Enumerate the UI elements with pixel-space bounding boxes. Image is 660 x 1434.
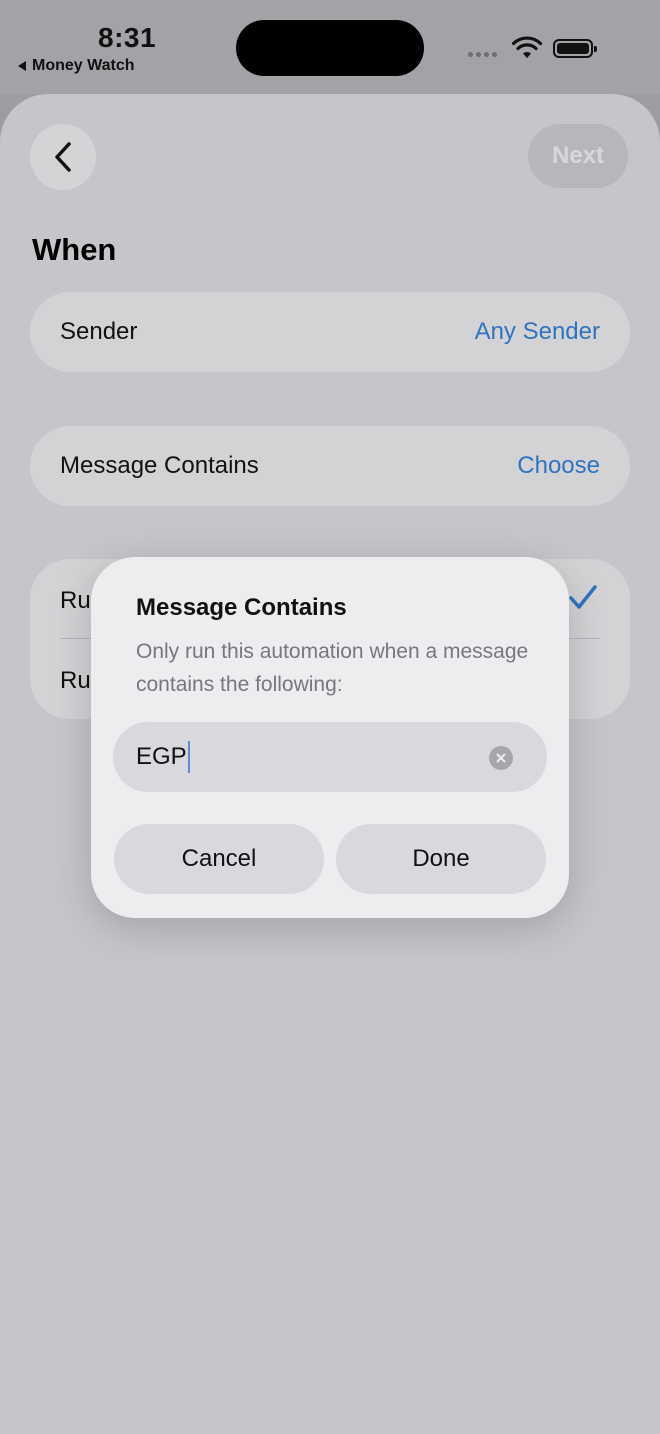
back-triangle-icon (18, 61, 26, 71)
message-contains-label: Message Contains (60, 452, 259, 479)
back-app-label: Money Watch (32, 57, 135, 74)
close-icon (496, 753, 506, 763)
chevron-left-icon (55, 142, 71, 172)
message-contains-dialog: Message Contains Only run this automatio… (91, 557, 569, 918)
dialog-message: Only run this automation when a message … (136, 640, 529, 696)
input-value: EGP (136, 743, 187, 770)
sender-row[interactable]: Sender Any Sender (30, 292, 630, 372)
sender-label: Sender (60, 318, 138, 345)
next-button[interactable]: Next (528, 124, 628, 188)
dynamic-island (236, 20, 424, 76)
cellular-signal-icon (468, 52, 497, 57)
wifi-icon (512, 36, 542, 58)
message-contains-value[interactable]: Choose (517, 452, 600, 480)
back-button[interactable] (30, 124, 96, 190)
cancel-button[interactable]: Cancel (114, 824, 324, 894)
message-contains-row[interactable]: Message Contains Choose (30, 426, 630, 506)
clear-text-button[interactable] (489, 746, 513, 770)
run-option-immediately[interactable]: Ru (60, 587, 91, 615)
status-bar: 8:31 Money Watch (0, 0, 660, 94)
status-time: 8:31 (98, 22, 157, 53)
text-caret (187, 741, 190, 773)
run-option-after-confirmation[interactable]: Ru (60, 667, 91, 695)
dialog-title: Message Contains (136, 594, 347, 621)
section-title: When (32, 232, 117, 267)
sender-value[interactable]: Any Sender (475, 318, 600, 346)
message-text-input[interactable]: EGP (113, 722, 547, 792)
back-to-app-link[interactable]: Money Watch (18, 57, 135, 75)
checkmark-icon (569, 585, 597, 609)
done-button[interactable]: Done (336, 824, 546, 894)
battery-icon (553, 39, 597, 58)
